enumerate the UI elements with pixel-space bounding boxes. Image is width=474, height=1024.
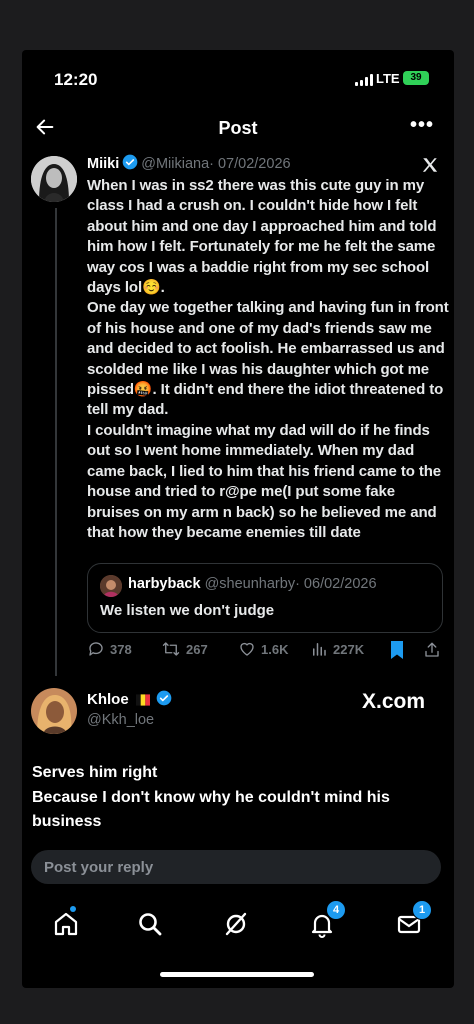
messages-badge: 1	[412, 900, 432, 920]
post-header: Post •••	[22, 110, 454, 150]
tweet-paragraph: When I was in ss2 there was this cute gu…	[87, 177, 437, 297]
quote-text: We listen we don't judge	[100, 602, 275, 619]
grok-icon[interactable]	[221, 909, 251, 939]
tweet-author-row: Miiki @Miikiana· 07/02/2026	[87, 154, 291, 172]
battery-icon: 39	[403, 71, 429, 85]
reply-composer[interactable]	[31, 850, 441, 884]
reply-line: business	[32, 813, 102, 830]
bookmark-icon[interactable]	[389, 640, 405, 660]
reply-author-row: Khloe	[87, 690, 175, 708]
like-button[interactable]: 1.6K	[238, 640, 288, 658]
home-unread-dot	[70, 906, 76, 912]
reply-author-name[interactable]: Khloe	[87, 691, 129, 708]
search-icon[interactable]	[135, 909, 165, 939]
tweet-actions: 378 267 1.6K 227K	[87, 640, 447, 664]
share-icon[interactable]	[423, 640, 441, 660]
tweet-paragraph: I couldn't imagine what my dad will do i…	[87, 421, 442, 541]
belgium-flag-icon	[135, 694, 150, 706]
reply-line: Serves him right	[32, 764, 158, 781]
views-icon	[313, 643, 326, 656]
signal-icon	[355, 74, 373, 86]
repost-count: 267	[186, 641, 208, 657]
like-icon	[240, 642, 254, 656]
quote-date: · 06/02/2026	[295, 576, 377, 592]
repost-icon	[162, 642, 180, 656]
quote-author-name: harbyback	[128, 576, 201, 592]
quoted-tweet[interactable]: harbyback @sheunharby· 06/02/2026 We lis…	[87, 563, 443, 633]
reply-author-handle[interactable]: @Kkh_loe	[87, 712, 154, 728]
status-bar: 12:20 LTE 39	[22, 50, 454, 110]
tweet-paragraph: One day we together talking and having f…	[87, 299, 449, 419]
avatar	[100, 575, 122, 597]
repost-button[interactable]: 267	[161, 640, 208, 658]
quote-author-handle: @sheunharby	[204, 576, 296, 592]
page-title: Post	[218, 118, 258, 138]
verified-icon	[122, 154, 138, 170]
author-name[interactable]: Miiki	[87, 156, 119, 172]
avatar[interactable]	[31, 688, 77, 734]
verified-icon	[156, 690, 172, 706]
reply-icon	[89, 642, 103, 656]
notifications-badge: 4	[326, 900, 346, 920]
reply-line: Because I don't know why he couldn't min…	[32, 788, 390, 806]
phone-screen: 12:20 LTE 39 Post ••• Miiki @Miikiana· 07…	[22, 50, 454, 988]
tweet-text: When I was in ss2 there was this cute gu…	[87, 176, 451, 543]
more-icon[interactable]: •••	[410, 114, 434, 137]
tweet-date: · 07/02/2026	[209, 156, 291, 172]
home-indicator[interactable]	[160, 972, 314, 977]
home-icon[interactable]	[51, 909, 81, 939]
reply-text: Serves him right Because I don't know wh…	[32, 761, 442, 835]
reply-button[interactable]: 378	[87, 640, 132, 658]
author-handle[interactable]: @Miikiana	[141, 156, 209, 172]
status-time: 12:20	[54, 70, 98, 89]
reply-input[interactable]	[44, 850, 424, 884]
reply-count: 378	[110, 641, 132, 657]
avatar[interactable]	[31, 156, 77, 202]
views-button[interactable]: 227K	[310, 640, 364, 658]
like-count: 1.6K	[261, 641, 289, 657]
bottom-nav: 4 1	[22, 895, 454, 955]
xcom-watermark: X.com	[362, 690, 426, 713]
network-label: LTE	[376, 71, 400, 86]
thread-line	[55, 208, 57, 676]
views-count: 227K	[333, 641, 365, 657]
quote-author-row: harbyback @sheunharby· 06/02/2026	[128, 576, 377, 592]
x-logo-icon	[422, 158, 438, 172]
